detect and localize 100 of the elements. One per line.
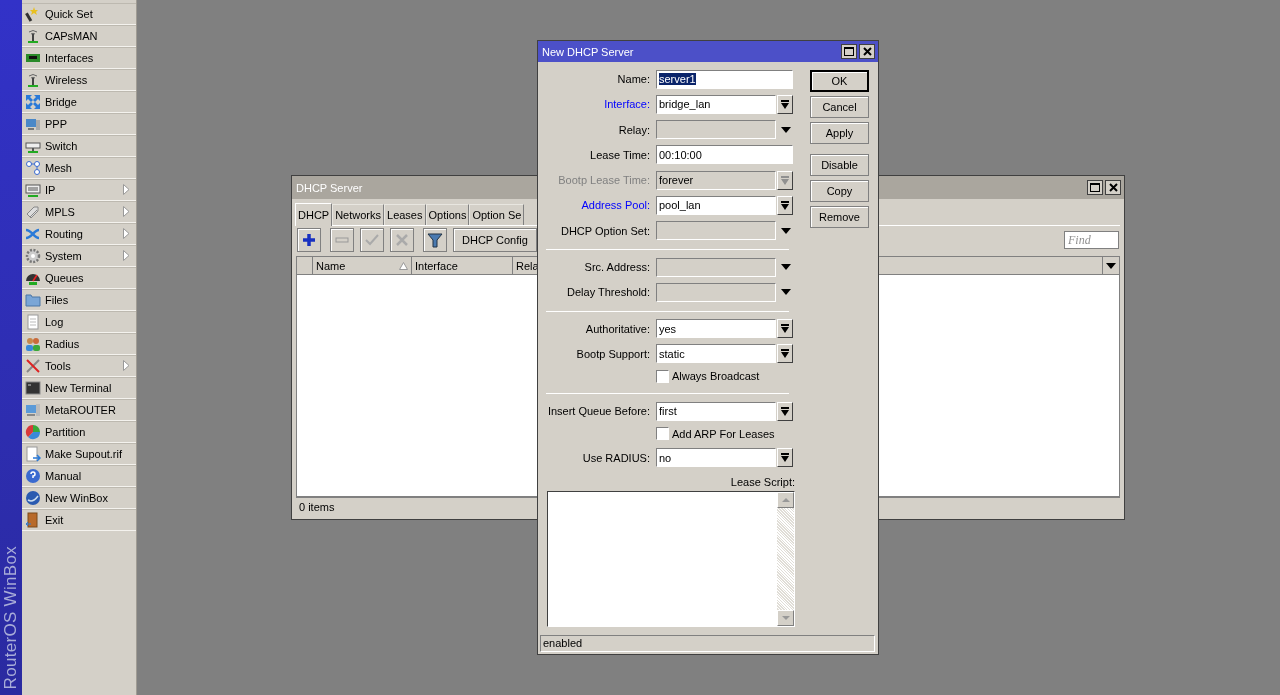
dropdown-button[interactable] — [777, 319, 793, 339]
dialog-button[interactable]: OK — [810, 70, 869, 92]
brand-text: RouterOS WinBox — [1, 545, 21, 689]
menu-item[interactable]: Switch — [22, 135, 136, 157]
menu-item[interactable]: Files — [22, 289, 136, 311]
tools-icon — [25, 357, 41, 374]
menu-item[interactable]: Bridge — [22, 91, 136, 113]
menu-item[interactable]: MetaROUTER — [22, 399, 136, 421]
menu-item[interactable]: Mesh — [22, 157, 136, 179]
menu-item[interactable]: New WinBox — [22, 487, 136, 509]
field-label: Name: — [616, 73, 650, 85]
select-field[interactable]: pool_lan — [656, 196, 776, 215]
select-field[interactable]: yes — [656, 319, 776, 339]
field-label: Bootp Support: — [575, 347, 650, 360]
tab[interactable]: Option Se — [469, 204, 525, 225]
computer-icon — [25, 401, 41, 418]
dropdown-button[interactable] — [777, 401, 793, 421]
dropdown-arrow-icon[interactable] — [781, 264, 791, 271]
menu-item[interactable]: CAPsMAN — [22, 25, 136, 47]
tab[interactable]: Networks — [332, 204, 384, 225]
checkbox-label[interactable]: Add ARP For Leases — [656, 426, 795, 441]
menu-item[interactable]: Manual — [22, 465, 136, 487]
antenna-icon — [25, 27, 41, 44]
field-label: Lease Script: — [730, 475, 795, 488]
dropdown-arrow-icon — [781, 175, 789, 185]
menu-item[interactable]: Exit — [22, 509, 136, 531]
column-header[interactable]: Name — [313, 257, 412, 274]
window-title: New DHCP Server — [542, 45, 634, 58]
menu-item[interactable]: Tools — [22, 355, 136, 377]
field-link-label[interactable]: Interface: — [538, 98, 650, 111]
dropdown-arrow-icon — [781, 406, 789, 416]
select-field[interactable]: static — [656, 344, 776, 364]
pie-chart-icon — [25, 423, 41, 440]
menu-item[interactable]: System — [22, 245, 136, 267]
select-field[interactable]: first — [656, 401, 776, 421]
dialog-button[interactable]: Disable — [810, 154, 869, 176]
menu-item[interactable]: Queues — [22, 267, 136, 289]
dropdown-arrow-icon — [781, 99, 789, 109]
checkbox[interactable] — [656, 369, 669, 383]
find-field[interactable]: Find — [1064, 231, 1119, 249]
filter-icon — [427, 232, 443, 248]
dropdown-button[interactable] — [777, 448, 793, 468]
close-button[interactable] — [1105, 180, 1121, 195]
column-header[interactable]: Interface — [412, 257, 513, 274]
menu-item[interactable]: MPLS — [22, 201, 136, 223]
checkbox[interactable] — [656, 427, 669, 441]
dropdown-arrow-icon[interactable] — [781, 126, 791, 133]
dropdown-button[interactable] — [777, 196, 793, 215]
menu-item[interactable]: Wireless — [22, 69, 136, 91]
menu-item[interactable]: New Terminal — [22, 377, 136, 399]
folder-icon — [25, 291, 41, 308]
dropdown-arrow-icon — [781, 201, 789, 210]
arrows-icon — [25, 93, 41, 110]
field-label: Use RADIUS: — [581, 451, 650, 464]
dropdown-button[interactable] — [777, 344, 793, 364]
menu-item[interactable]: Partition — [22, 421, 136, 443]
input-field[interactable]: server1 — [656, 69, 793, 89]
select-field[interactable]: bridge_lan — [656, 94, 776, 114]
document-icon — [25, 313, 41, 330]
close-button[interactable] — [859, 44, 875, 59]
tab[interactable]: Options — [425, 204, 470, 225]
select-field[interactable] — [656, 120, 776, 140]
input-field[interactable]: 00:10:00 — [656, 145, 793, 165]
field-label: Insert Queue Before: — [546, 405, 650, 418]
maximize-button[interactable] — [841, 44, 857, 59]
select-field[interactable]: no — [656, 448, 776, 468]
menu-item[interactable]: Routing — [22, 223, 136, 245]
door-icon — [25, 511, 41, 528]
field-label: DHCP Option Set: — [559, 224, 650, 237]
tab[interactable]: Leases — [384, 204, 426, 225]
field-link-label[interactable]: Address Pool: — [538, 199, 650, 212]
field-label: Lease Time: — [589, 148, 650, 161]
menu-item[interactable]: Radius — [22, 333, 136, 355]
dropdown-arrow-icon[interactable] — [781, 227, 791, 234]
people-icon — [25, 335, 41, 352]
filter-button[interactable] — [423, 228, 447, 252]
menu-item[interactable]: Quick Set — [22, 3, 136, 25]
select-field[interactable] — [656, 257, 776, 277]
add-button[interactable] — [297, 228, 321, 252]
dropdown-arrow-icon[interactable] — [781, 289, 791, 296]
dropdown-arrow-icon — [1106, 262, 1116, 269]
menu-item[interactable]: Log — [22, 311, 136, 333]
dialog-button[interactable]: Cancel — [810, 96, 869, 118]
dialog-button[interactable]: Remove — [810, 206, 869, 228]
menu-item[interactable]: Interfaces — [22, 47, 136, 69]
field-label: Authoritative: — [584, 322, 650, 335]
tab[interactable]: DHCP — [295, 203, 333, 226]
dropdown-button[interactable] — [777, 94, 793, 114]
menu-item[interactable]: Make Supout.rif — [22, 443, 136, 465]
checkbox-label[interactable]: Always Broadcast — [656, 369, 795, 384]
nodes-icon — [25, 159, 41, 176]
select-field[interactable] — [656, 282, 776, 302]
column-menu-button[interactable] — [1102, 257, 1119, 274]
select-field[interactable] — [656, 221, 776, 241]
config-button[interactable]: DHCP Config — [453, 228, 537, 252]
menu-item[interactable]: PPP — [22, 113, 136, 135]
menu-item[interactable]: IP — [22, 179, 136, 201]
maximize-button[interactable] — [1087, 180, 1103, 195]
dialog-button[interactable]: Apply — [810, 122, 869, 144]
dialog-button[interactable]: Copy — [810, 180, 869, 202]
